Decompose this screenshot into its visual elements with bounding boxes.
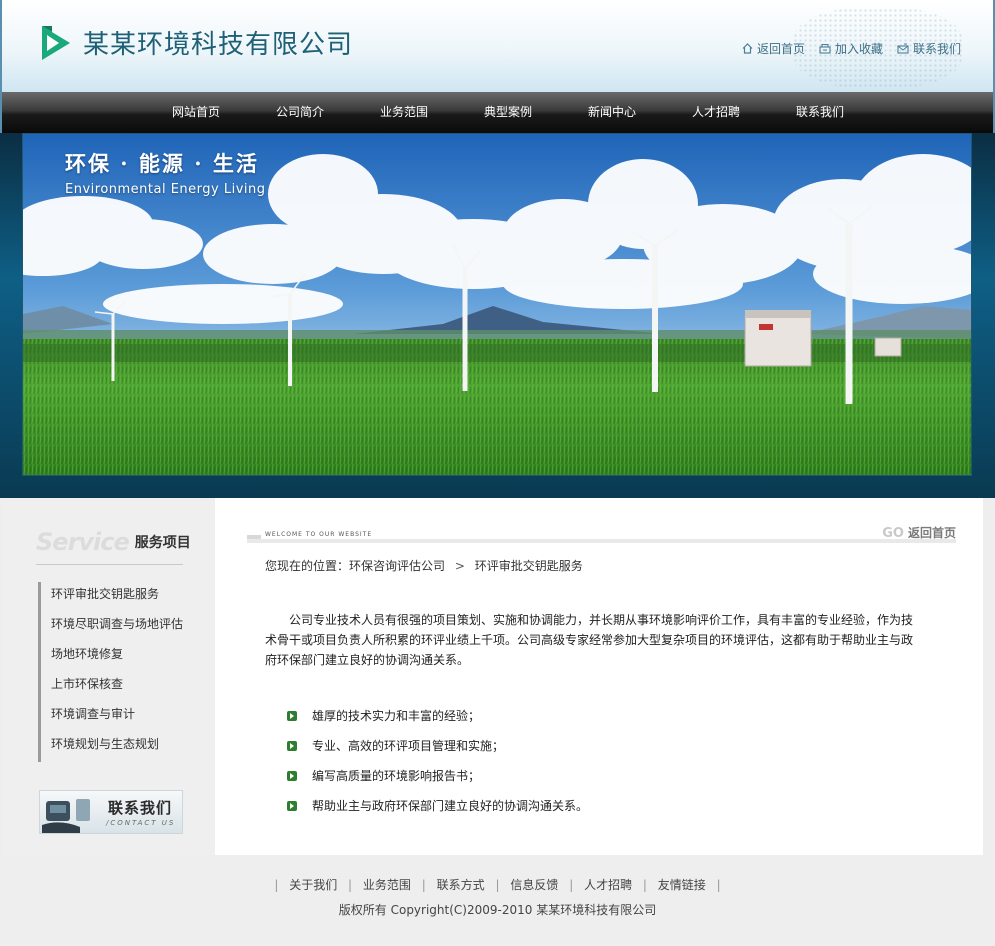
company-logo[interactable]: 某某环境科技有限公司 xyxy=(42,24,353,61)
toplink-favorite-label: 加入收藏 xyxy=(834,42,883,56)
footer-link-jobs[interactable]: 人才招聘 xyxy=(584,878,632,892)
feature-item: 编写高质量的环境影响报告书； xyxy=(287,766,588,796)
go-back-home-button[interactable]: GO 返回首页 xyxy=(882,524,956,541)
breadcrumb-current: 环评审批交钥匙服务 xyxy=(474,559,583,573)
footer-link-contact[interactable]: 联系方式 xyxy=(437,878,485,892)
feature-text: 专业、高效的环评项目管理和实施； xyxy=(312,739,505,753)
service-item-label: 环境调查与审计 xyxy=(51,707,136,721)
feature-item: 专业、高效的环评项目管理和实施； xyxy=(287,736,588,766)
go-back-label: 返回首页 xyxy=(907,526,956,540)
service-item-label: 场地环境修复 xyxy=(51,647,124,661)
service-item[interactable]: 环境尽职调查与场地评估 xyxy=(38,612,183,642)
service-item[interactable]: 环境调查与审计 xyxy=(38,702,183,732)
welcome-bar: WELCOME TO OUR WEBSITE GO 返回首页 xyxy=(247,524,956,546)
feature-item: 雄厚的技术实力和丰富的经验； xyxy=(287,706,588,736)
service-list: 环评审批交钥匙服务 环境尽职调查与场地评估 场地环境修复 上市环保核查 环境调查… xyxy=(38,582,183,762)
service-item[interactable]: 上市环保核查 xyxy=(38,672,183,702)
banner-slogan-en: Environmental Energy Living xyxy=(65,182,266,197)
contact-us-cn: 联系我们 xyxy=(108,799,173,817)
service-item[interactable]: 场地环境修复 xyxy=(38,642,183,672)
breadcrumb-separator: > xyxy=(454,559,465,573)
intro-paragraph: 公司专业技术人员有很强的项目策划、实施和协调能力，并长期从事环境影响评价工作，具… xyxy=(265,613,914,667)
bullet-arrow-icon xyxy=(287,741,297,751)
banner-area: 环保 · 能源 · 生活 Environmental Energy Living xyxy=(0,133,995,498)
toplink-home-label: 返回首页 xyxy=(756,42,805,56)
nav-item-business[interactable]: 业务范围 xyxy=(352,92,456,133)
nav-item-contact[interactable]: 联系我们 xyxy=(768,92,872,133)
service-title-cn: 服务项目 xyxy=(134,535,191,551)
footer-links: | 关于我们 | 业务范围 | 联系方式 | 信息反馈 | 人才招聘 | 友情链… xyxy=(274,878,721,892)
nav-item-news[interactable]: 新闻中心 xyxy=(560,92,664,133)
feature-item: 帮助业主与政府环保部门建立良好的协调沟通关系。 xyxy=(287,796,588,826)
service-item-label: 环评审批交钥匙服务 xyxy=(51,587,160,601)
toplink-contact[interactable]: 联系我们 xyxy=(897,40,961,57)
service-title-en: Service xyxy=(36,528,130,556)
copyright: 版权所有 Copyright(C)2009-2010 某某环境科技有限公司 xyxy=(338,903,657,917)
nav-item-about[interactable]: 公司简介 xyxy=(248,92,352,133)
nav-item-jobs[interactable]: 人才招聘 xyxy=(664,92,768,133)
main-content: WELCOME TO OUR WEBSITE GO 返回首页 您现在的位置：环保… xyxy=(215,498,983,855)
banner-slogan-cn: 环保 · 能源 · 生活 xyxy=(65,151,259,176)
breadcrumb-prefix[interactable]: 您现在的位置：环保咨询评估公司 xyxy=(265,559,445,573)
feature-text: 编写高质量的环境影响报告书； xyxy=(312,769,481,783)
footer-link-business[interactable]: 业务范围 xyxy=(363,878,411,892)
banner-image: 环保 · 能源 · 生活 Environmental Energy Living xyxy=(22,133,972,476)
top-links: 返回首页 加入收藏 联系我们 xyxy=(742,40,961,57)
toplink-favorite[interactable]: 加入收藏 xyxy=(819,40,883,57)
service-heading: Service 服务项目 xyxy=(36,528,191,556)
bullet-arrow-icon xyxy=(287,771,297,781)
bullet-arrow-icon xyxy=(287,711,297,721)
footer-link-friends[interactable]: 友情链接 xyxy=(658,878,706,892)
welcome-divider xyxy=(247,539,956,543)
footer-link-about[interactable]: 关于我们 xyxy=(289,878,337,892)
bullet-arrow-icon xyxy=(287,801,297,811)
header: 某某环境科技有限公司 返回首页 加入收藏 联系我们 xyxy=(0,0,995,92)
service-item[interactable]: 环评审批交钥匙服务 xyxy=(38,582,183,612)
service-item-label: 环境尽职调查与场地评估 xyxy=(51,617,184,631)
toplink-contact-label: 联系我们 xyxy=(912,42,961,56)
nav-item-cases[interactable]: 典型案例 xyxy=(456,92,560,133)
home-icon xyxy=(742,43,753,54)
footer-link-feedback[interactable]: 信息反馈 xyxy=(510,878,558,892)
telephone-icon xyxy=(42,799,90,833)
toplink-home[interactable]: 返回首页 xyxy=(742,40,805,57)
service-item-label: 上市环保核查 xyxy=(51,677,124,691)
service-item-label: 环境规划与生态规划 xyxy=(51,737,160,751)
contact-icon xyxy=(897,43,909,54)
service-divider xyxy=(36,564,183,565)
main-nav: 网站首页 公司简介 业务范围 典型案例 新闻中心 人才招聘 联系我们 xyxy=(0,92,995,133)
service-item[interactable]: 环境规划与生态规划 xyxy=(38,732,183,762)
welcome-text: WELCOME TO OUR WEBSITE xyxy=(265,531,373,538)
company-name: 某某环境科技有限公司 xyxy=(83,30,354,60)
logo-icon xyxy=(42,25,70,60)
feature-text: 帮助业主与政府环保部门建立良好的协调沟通关系。 xyxy=(312,799,589,813)
feature-text: 雄厚的技术实力和丰富的经验； xyxy=(312,709,481,723)
contact-us-banner[interactable]: 联系我们 /CONTACT US xyxy=(39,790,183,834)
feature-list: 雄厚的技术实力和丰富的经验； 专业、高效的环评项目管理和实施； 编写高质量的环境… xyxy=(287,706,588,826)
contact-us-en: /CONTACT US xyxy=(106,819,176,827)
breadcrumb: 您现在的位置：环保咨询评估公司 > 环评审批交钥匙服务 xyxy=(265,557,583,574)
go-word: GO xyxy=(882,526,904,541)
sidebar: Service 服务项目 环评审批交钥匙服务 环境尽职调查与场地评估 场地环境修… xyxy=(2,498,215,855)
nav-item-home[interactable]: 网站首页 xyxy=(144,92,248,133)
favorite-icon xyxy=(819,43,831,54)
